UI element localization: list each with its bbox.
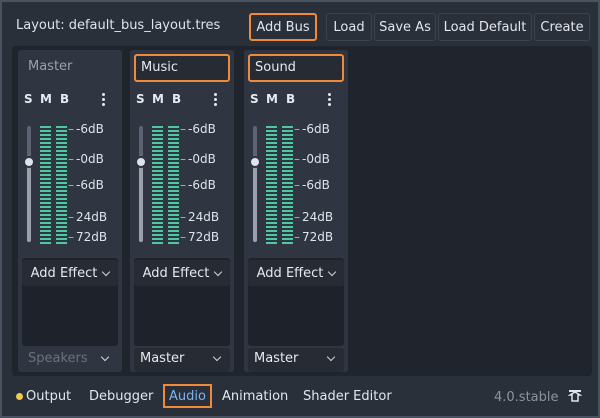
bus-strip-master: Master S M B -6dB -0dB -6dB 24dB 72dB Ad…: [18, 50, 122, 372]
add-effect-dropdown[interactable]: Add Effect: [248, 260, 344, 286]
level-meter-left: [152, 126, 163, 244]
tab-output[interactable]: Output: [16, 384, 71, 408]
bus-name-field[interactable]: Master: [22, 54, 118, 82]
mute-toggle[interactable]: M: [152, 92, 164, 106]
chevron-down-icon: [100, 352, 110, 362]
db-label: -6dB: [294, 122, 330, 136]
add-effect-label: Add Effect: [256, 265, 324, 281]
tab-debugger[interactable]: Debugger: [89, 384, 153, 408]
output-select-value: Master: [254, 351, 299, 366]
effects-list: Add Effect: [22, 258, 118, 346]
save-as-button[interactable]: Save As: [374, 13, 436, 41]
db-label: -6dB: [180, 178, 216, 192]
chevron-down-icon: [214, 267, 223, 276]
bus-name-field[interactable]: Music: [134, 54, 230, 82]
bypass-toggle[interactable]: B: [60, 92, 69, 106]
volume-slider[interactable]: [139, 126, 143, 242]
tab-animation[interactable]: Animation: [222, 384, 288, 408]
bus-toolbar: Layout: default_bus_layout.tres Add Bus …: [6, 12, 596, 42]
add-bus-button[interactable]: Add Bus: [249, 13, 317, 41]
solo-toggle[interactable]: S: [250, 92, 259, 106]
output-select-value: Speakers: [28, 351, 88, 366]
db-label: 72dB: [180, 230, 219, 244]
level-meter-right: [56, 126, 67, 244]
bus-strip-music: Music S M B -6dB -0dB -6dB 24dB 72dB Add…: [130, 50, 234, 372]
bus-mixer-area: Master S M B -6dB -0dB -6dB 24dB 72dB Ad…: [12, 46, 592, 376]
output-status-dot-icon: [16, 392, 23, 400]
effects-list: Add Effect: [248, 258, 344, 346]
volume-slider-handle[interactable]: [135, 156, 147, 168]
effects-list: Add Effect: [134, 258, 230, 346]
volume-slider-handle[interactable]: [249, 156, 261, 168]
bypass-toggle[interactable]: B: [172, 92, 181, 106]
solo-toggle[interactable]: S: [24, 92, 33, 106]
add-effect-dropdown[interactable]: Add Effect: [22, 260, 118, 286]
volume-slider[interactable]: [27, 126, 31, 242]
solo-toggle[interactable]: S: [136, 92, 145, 106]
db-label: -6dB: [180, 122, 216, 136]
db-label: 24dB: [180, 210, 219, 224]
level-meter-right: [168, 126, 179, 244]
create-button[interactable]: Create: [534, 13, 590, 41]
output-select[interactable]: Master: [248, 348, 344, 372]
volume-slider[interactable]: [253, 126, 257, 242]
pin-panel-icon[interactable]: [568, 389, 582, 403]
audio-bus-editor: Layout: default_bus_layout.tres Add Bus …: [0, 0, 600, 418]
load-button[interactable]: Load: [326, 13, 372, 41]
output-select-value: Master: [140, 351, 185, 366]
level-meter-left: [266, 126, 277, 244]
kebab-menu-icon[interactable]: [100, 92, 106, 108]
mute-toggle[interactable]: M: [40, 92, 52, 106]
db-label: -0dB: [294, 152, 330, 166]
db-label: -0dB: [68, 152, 104, 166]
add-effect-dropdown[interactable]: Add Effect: [134, 260, 230, 286]
db-label: -6dB: [68, 122, 104, 136]
tab-shader-editor[interactable]: Shader Editor: [303, 384, 392, 408]
level-meter-right: [282, 126, 293, 244]
chevron-down-icon: [102, 267, 111, 276]
add-effect-label: Add Effect: [142, 265, 210, 281]
bus-name-field[interactable]: Sound: [248, 54, 344, 82]
mute-toggle[interactable]: M: [266, 92, 278, 106]
db-label: 24dB: [68, 210, 107, 224]
output-select[interactable]: Speakers: [22, 348, 118, 372]
bus-strip-sound: Sound S M B -6dB -0dB -6dB 24dB 72dB Add…: [244, 50, 348, 372]
load-default-button[interactable]: Load Default: [438, 13, 532, 41]
chevron-down-icon: [326, 352, 336, 362]
db-label: 72dB: [68, 230, 107, 244]
chevron-down-icon: [212, 352, 222, 362]
chevron-down-icon: [328, 267, 337, 276]
db-label: 24dB: [294, 210, 333, 224]
bypass-toggle[interactable]: B: [286, 92, 295, 106]
output-select[interactable]: Master: [134, 348, 230, 372]
db-label: -6dB: [68, 178, 104, 192]
layout-label: Layout: default_bus_layout.tres: [16, 18, 221, 33]
db-label: -0dB: [180, 152, 216, 166]
tab-audio[interactable]: Audio: [163, 384, 212, 408]
bottom-panel-tabs: Output Debugger Audio Animation Shader E…: [6, 380, 596, 410]
add-effect-label: Add Effect: [30, 265, 98, 281]
db-label: 72dB: [294, 230, 333, 244]
engine-version: 4.0.stable: [494, 390, 559, 405]
db-label: -6dB: [294, 178, 330, 192]
level-meter-left: [40, 126, 51, 244]
kebab-menu-icon[interactable]: [212, 92, 218, 108]
kebab-menu-icon[interactable]: [326, 92, 332, 108]
tab-output-label: Output: [26, 388, 72, 404]
volume-slider-handle[interactable]: [23, 156, 35, 168]
